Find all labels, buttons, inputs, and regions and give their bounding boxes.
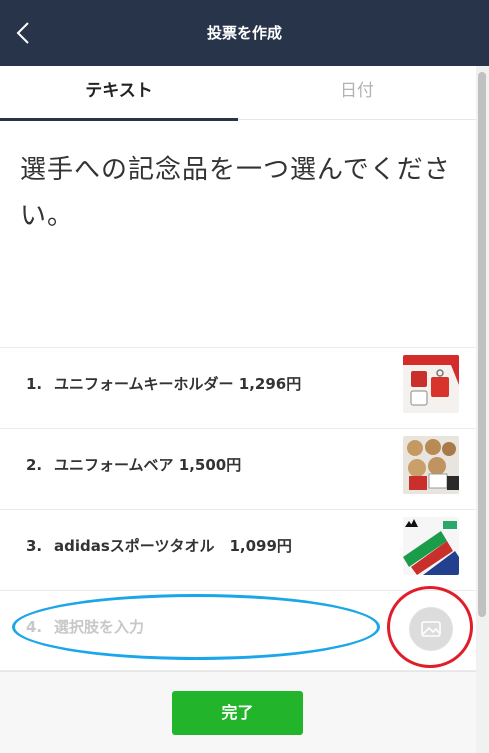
option-number: 1. — [26, 375, 43, 393]
new-option-input[interactable]: 4. 選択肢を入力 — [0, 590, 476, 671]
app-header: 投票を作成 — [0, 0, 489, 66]
bear-thumbnail[interactable] — [403, 436, 459, 494]
list-item-option-3[interactable]: 3. adidasスポーツタオル 1,099円 — [0, 509, 476, 590]
option-number: 3. — [26, 537, 43, 555]
page-title: 投票を作成 — [206, 24, 282, 42]
option-input-placeholder[interactable]: 選択肢を入力 — [54, 616, 144, 637]
options-list: 1. ユニフォームキーホルダー 1,296円 2. ユニフォームベア 1,500… — [0, 347, 476, 671]
tab-text[interactable]: テキスト — [0, 66, 238, 121]
tab-date[interactable]: 日付 — [238, 66, 476, 120]
tab-bar: テキスト 日付 — [0, 66, 476, 121]
scrollbar-thumb[interactable] — [478, 72, 486, 617]
done-button[interactable]: 完了 — [172, 691, 303, 735]
keychain-thumbnail[interactable] — [403, 355, 459, 413]
list-item-option-2[interactable]: 2. ユニフォームベア 1,500円 — [0, 428, 476, 509]
add-photo-button[interactable] — [409, 607, 453, 651]
option-number: 2. — [26, 456, 43, 474]
option-number: 4. — [26, 618, 43, 636]
option-label: ユニフォームキーホルダー 1,296円 — [54, 375, 302, 393]
option-label: adidasスポーツタオル 1,099円 — [54, 537, 292, 555]
towel-thumbnail[interactable] — [403, 517, 459, 575]
poll-question[interactable]: 選手への記念品を一つ選んでください。 — [20, 147, 460, 239]
add-photo-icon — [410, 608, 452, 650]
list-item-option-1[interactable]: 1. ユニフォームキーホルダー 1,296円 — [0, 347, 476, 428]
option-label: ユニフォームベア 1,500円 — [54, 456, 242, 474]
footer: 完了 — [0, 671, 476, 753]
